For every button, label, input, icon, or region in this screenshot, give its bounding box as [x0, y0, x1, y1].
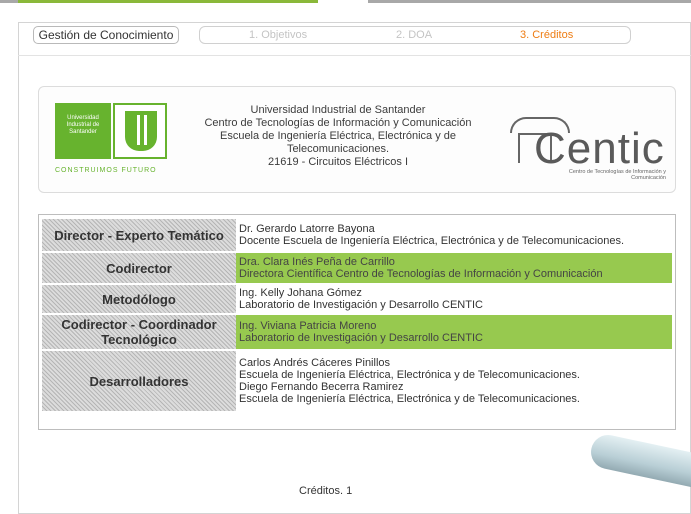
credit-info: Ing. Kelly Johana Gómez Laboratorio de I… — [236, 284, 672, 315]
credit-row: Desarrolladores Carlos Andrés Cáceres Pi… — [42, 350, 672, 413]
credits-table: Director - Experto Temático Dr. Gerardo … — [42, 219, 672, 413]
step-navigation: 1. Objetivos 2. DOA 3. Créditos — [199, 26, 631, 44]
credit-info: Carlos Andrés Cáceres Pinillos Escuela d… — [236, 350, 672, 413]
institution-info: Universidad Industrial de Santander Cent… — [188, 104, 488, 169]
credit-info: Dra. Clara Inés Peña de Carrillo Directo… — [236, 252, 672, 285]
credit-row: Metodólogo Ing. Kelly Johana Gómez Labor… — [42, 284, 672, 315]
top-border — [0, 0, 691, 3]
step-creditos[interactable]: 3. Créditos — [520, 27, 573, 43]
page-indicator: Créditos. 1 — [299, 485, 353, 497]
credit-row: Codirector - Coordinador Tecnológico Ing… — [42, 314, 672, 351]
uis-logo: Universidad Industrial de Santander CONSTR… — [55, 103, 175, 181]
knowledge-management-tab[interactable]: Gestión de Conocimiento — [33, 26, 179, 44]
course-line: 21619 - Circuitos Eléctricos I — [268, 156, 408, 168]
credit-row: Codirector Dra. Clara Inés Peña de Carri… — [42, 252, 672, 285]
role-label: Codirector - Coordinador Tecnológico — [42, 314, 236, 351]
credit-info: Dr. Gerardo Latorre Bayona Docente Escue… — [236, 219, 672, 253]
uis-shield-icon — [113, 103, 167, 159]
institution-line: Centro de Tecnologías de Información y C… — [204, 117, 472, 129]
step-objetivos[interactable]: 1. Objetivos — [249, 27, 307, 43]
institution-line: Universidad Industrial de Santander — [250, 104, 426, 116]
divider — [18, 55, 691, 56]
role-label: Desarrolladores — [42, 350, 236, 413]
role-label: Metodólogo — [42, 284, 236, 315]
role-label: Director - Experto Temático — [42, 219, 236, 253]
credit-info: Ing. Viviana Patricia Moreno Laboratorio… — [236, 314, 672, 351]
step-doa[interactable]: 2. DOA — [396, 27, 432, 43]
institution-line: Escuela de Ingeniería Eléctrica, Electró… — [219, 130, 457, 142]
credits-panel: Director - Experto Temático Dr. Gerardo … — [38, 214, 676, 430]
uis-slogan: CONSTRUIMOS FUTURO — [55, 167, 157, 174]
centic-logo: Centic Centro de Tecnologías de Informac… — [506, 103, 668, 181]
role-label: Codirector — [42, 252, 236, 285]
institution-line: Telecomunicaciones. — [286, 143, 390, 155]
credit-row: Director - Experto Temático Dr. Gerardo … — [42, 219, 672, 253]
